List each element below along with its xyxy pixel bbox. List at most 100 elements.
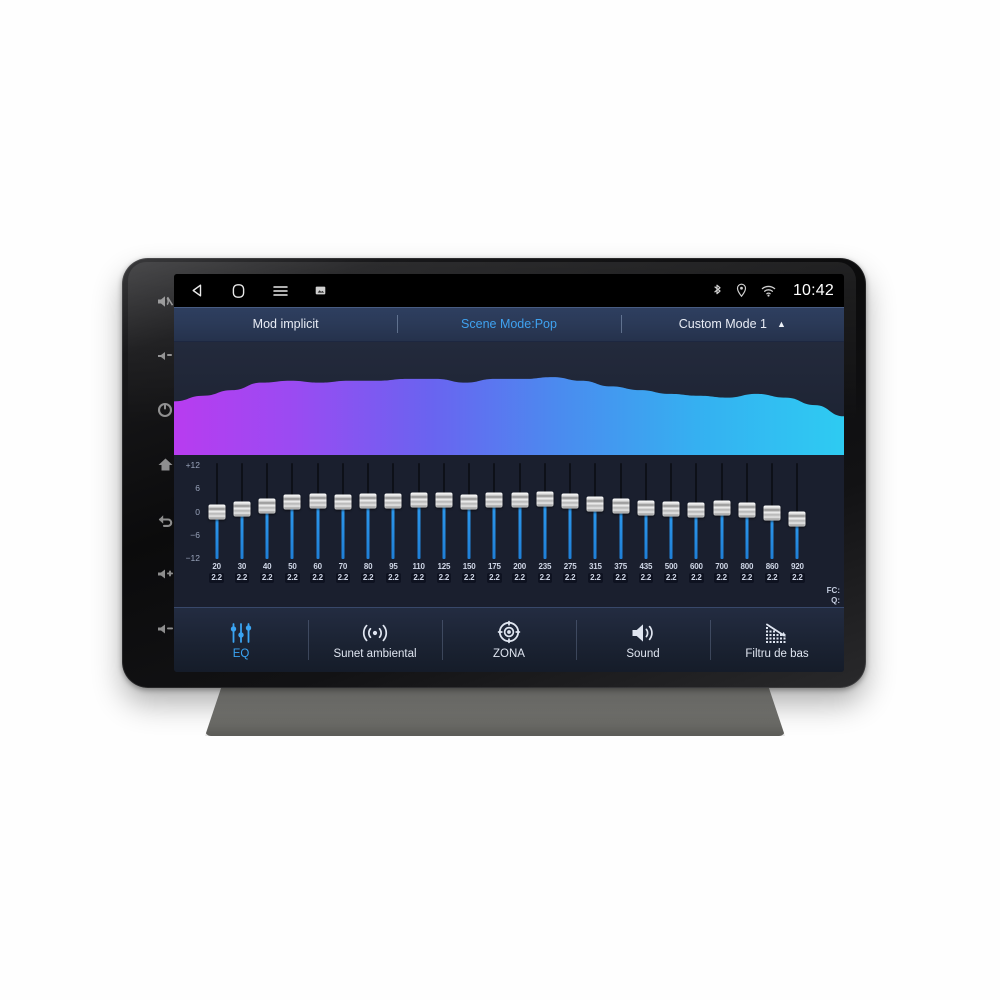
eq-band-slider[interactable] (633, 461, 658, 562)
hamburger-menu-icon[interactable] (272, 284, 289, 298)
slider-thumb[interactable] (435, 492, 453, 508)
eq-band-slider[interactable] (608, 461, 633, 562)
eq-band-frequency: 150 (462, 562, 476, 571)
eq-band[interactable]: 95 2.2 (381, 461, 406, 607)
mode-tab-default[interactable]: Mod implicit (174, 307, 397, 341)
home-square-icon[interactable] (231, 283, 246, 299)
slider-thumb[interactable] (258, 498, 276, 514)
eq-band-slider[interactable] (684, 461, 709, 562)
slider-thumb[interactable] (283, 494, 301, 510)
eq-band-slider[interactable] (558, 461, 583, 562)
chevron-up-icon[interactable]: ▲ (777, 319, 786, 329)
tab-eq[interactable]: EQ (174, 608, 308, 672)
tab-surround[interactable]: Sunet ambiental (308, 608, 442, 672)
eq-band[interactable]: 80 2.2 (356, 461, 381, 607)
home-button[interactable] (154, 454, 176, 476)
slider-thumb[interactable] (687, 502, 705, 518)
eq-band-slider[interactable] (229, 461, 254, 562)
eject-button[interactable] (154, 345, 176, 367)
eq-band-slider[interactable] (734, 461, 759, 562)
back-button[interactable] (154, 509, 176, 531)
tab-sound[interactable]: Sound (576, 608, 710, 672)
eq-band[interactable]: 235 2.2 (532, 461, 557, 607)
mode-tab-custom[interactable]: Custom Mode 1 ▲ (620, 307, 844, 341)
slider-thumb[interactable] (536, 491, 554, 507)
eq-band[interactable]: 275 2.2 (558, 461, 583, 607)
eq-band-slider[interactable] (204, 461, 229, 562)
eq-band-slider[interactable] (532, 461, 557, 562)
eq-band[interactable]: 70 2.2 (330, 461, 355, 607)
back-triangle-icon[interactable] (190, 283, 205, 298)
eq-band[interactable]: 20 2.2 (204, 461, 229, 607)
slider-thumb[interactable] (763, 505, 781, 521)
slider-thumb[interactable] (410, 492, 428, 508)
eq-band[interactable]: 200 2.2 (507, 461, 532, 607)
eq-band[interactable]: 30 2.2 (229, 461, 254, 607)
eq-band-slider[interactable] (255, 461, 280, 562)
eq-band[interactable]: 150 2.2 (457, 461, 482, 607)
slider-thumb[interactable] (233, 501, 251, 517)
mute-button[interactable] (154, 290, 176, 312)
eq-band[interactable]: 175 2.2 (482, 461, 507, 607)
eq-band[interactable]: 125 2.2 (431, 461, 456, 607)
slider-thumb[interactable] (586, 496, 604, 512)
eq-band-q: 2.2 (714, 573, 729, 583)
eq-band-slider[interactable] (356, 461, 381, 562)
eq-band-slider[interactable] (431, 461, 456, 562)
slider-thumb[interactable] (637, 500, 655, 516)
eq-band-slider[interactable] (305, 461, 330, 562)
surround-icon (361, 620, 389, 644)
slider-thumb[interactable] (662, 501, 680, 517)
eq-band-slider[interactable] (280, 461, 305, 562)
eq-band[interactable]: 920 2.2 (785, 461, 810, 607)
eq-band-slider[interactable] (381, 461, 406, 562)
eq-band-slider[interactable] (709, 461, 734, 562)
eq-band[interactable]: 315 2.2 (583, 461, 608, 607)
eq-band-slider[interactable] (785, 461, 810, 562)
slider-thumb[interactable] (788, 511, 806, 527)
eq-band[interactable]: 60 2.2 (305, 461, 330, 607)
eq-band[interactable]: 435 2.2 (633, 461, 658, 607)
eq-band[interactable]: 50 2.2 (280, 461, 305, 607)
slider-thumb[interactable] (334, 494, 352, 510)
eq-band[interactable]: 600 2.2 (684, 461, 709, 607)
eq-band-slider[interactable] (507, 461, 532, 562)
tab-bass-filter[interactable]: Filtru de bas (710, 608, 844, 672)
slider-thumb[interactable] (309, 493, 327, 509)
volume-up-button[interactable] (154, 563, 176, 585)
eq-band[interactable]: 110 2.2 (406, 461, 431, 607)
slider-thumb[interactable] (612, 498, 630, 514)
slider-thumb[interactable] (561, 493, 579, 509)
eq-band-slider[interactable] (330, 461, 355, 562)
eq-band[interactable]: 700 2.2 (709, 461, 734, 607)
eq-band-frequency: 800 (740, 562, 754, 571)
eq-band-slider[interactable] (457, 461, 482, 562)
eq-band-slider[interactable] (482, 461, 507, 562)
eq-band[interactable]: 860 2.2 (760, 461, 785, 607)
slider-thumb[interactable] (485, 492, 503, 508)
eq-band[interactable]: 800 2.2 (734, 461, 759, 607)
eq-band-slider[interactable] (659, 461, 684, 562)
eq-band-slider[interactable] (406, 461, 431, 562)
eq-band-q: 2.2 (562, 573, 578, 583)
power-button[interactable] (154, 399, 176, 421)
slider-thumb[interactable] (511, 492, 529, 508)
eq-band-list[interactable]: 20 2.2 30 2.2 40 2.2 50 2.2 60 2.2 70 2.2 80 2.2 95 2.2… (204, 461, 814, 607)
mode-tab-custom-label: Custom Mode 1 (678, 317, 767, 331)
slider-thumb[interactable] (384, 493, 402, 509)
slider-thumb[interactable] (713, 500, 731, 516)
slider-thumb[interactable] (738, 502, 756, 518)
slider-thumb[interactable] (359, 493, 377, 509)
eq-band-slider[interactable] (583, 461, 608, 562)
eq-band[interactable]: 500 2.2 (659, 461, 684, 607)
eq-band-slider[interactable] (760, 461, 785, 562)
screenshot-icon[interactable] (315, 285, 326, 296)
slider-thumb[interactable] (460, 494, 478, 510)
volume-down-button[interactable] (154, 618, 176, 640)
eq-band[interactable]: 40 2.2 (255, 461, 280, 607)
touchscreen[interactable]: 10:42 Mod implicit Scene Mode:Pop Custom… (174, 274, 844, 672)
slider-thumb[interactable] (208, 504, 226, 519)
tab-zone[interactable]: ZONA (442, 608, 576, 672)
eq-band[interactable]: 375 2.2 (608, 461, 633, 607)
mode-tab-scene[interactable]: Scene Mode:Pop (397, 307, 620, 341)
